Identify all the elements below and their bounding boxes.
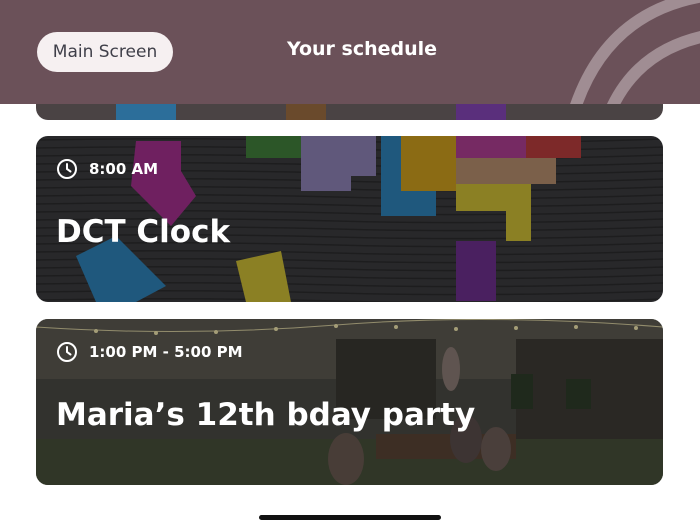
event-time: 8:00 AM [89, 160, 159, 178]
page-title: Your schedule [286, 38, 438, 60]
leaf-decoration-icon [570, 0, 700, 104]
clock-icon [57, 159, 77, 179]
event-title: Maria’s 12th bday party [56, 397, 476, 433]
card-image [36, 104, 663, 120]
event-card-partial[interactable] [36, 104, 663, 120]
clock-icon [57, 342, 77, 362]
event-time: 1:00 PM - 5:00 PM [89, 343, 243, 361]
home-indicator[interactable] [259, 515, 441, 520]
main-screen-button[interactable]: Main Screen [37, 32, 173, 72]
event-card[interactable]: 8:00 AM DCT Clock [36, 136, 663, 302]
event-card[interactable]: 1:00 PM - 5:00 PM Maria’s 12th bday part… [36, 319, 663, 485]
event-time-row: 1:00 PM - 5:00 PM [56, 341, 243, 363]
schedule-list: 8:00 AM DCT Clock 1:00 PM - 5:00 PM Mari… [0, 104, 700, 525]
header-bar: Main Screen Your schedule [0, 0, 700, 104]
event-title: DCT Clock [56, 214, 231, 250]
event-time-row: 8:00 AM [56, 158, 158, 180]
